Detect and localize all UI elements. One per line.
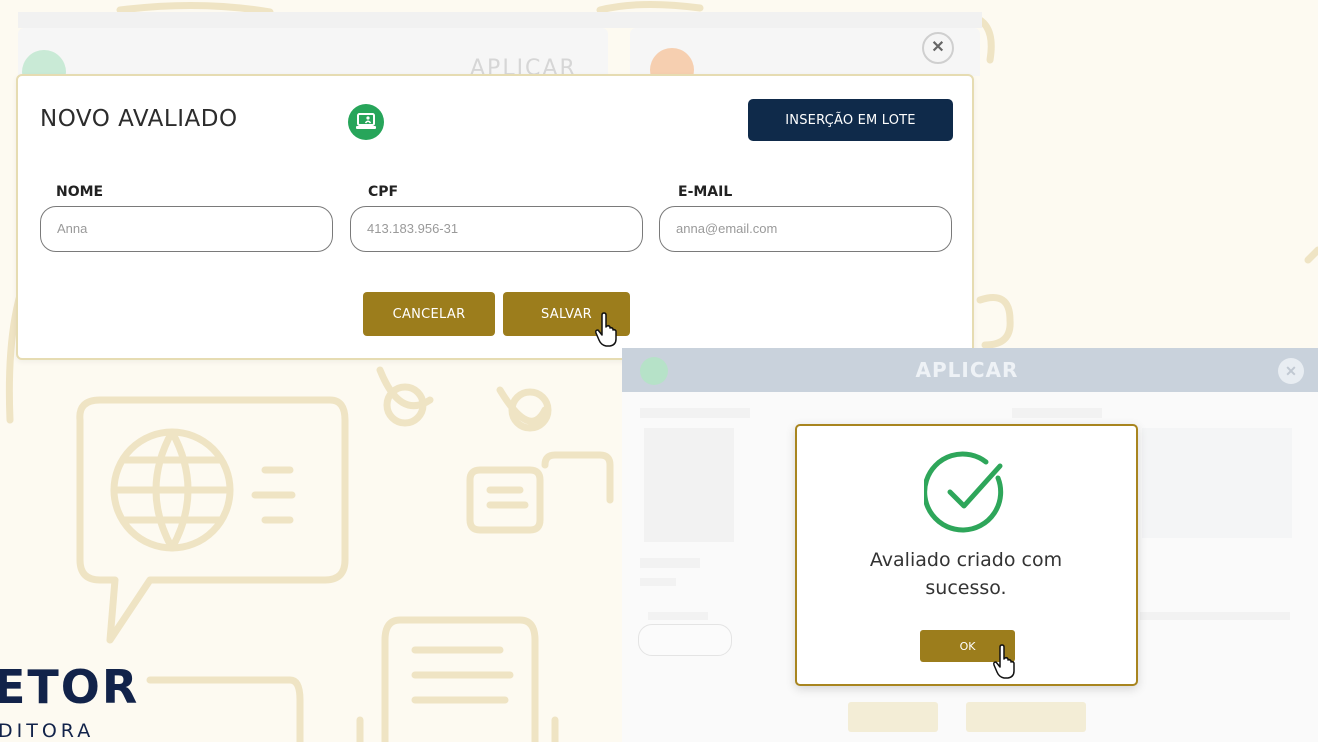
- faded-input: [638, 624, 732, 656]
- cpf-label: CPF: [368, 184, 399, 200]
- cpf-input[interactable]: 413.183.956-31: [350, 206, 643, 252]
- faded-label-bar: [640, 408, 750, 418]
- hand-cursor-icon: [595, 312, 617, 347]
- laptop-user-icon: [348, 104, 384, 140]
- faded-button: [966, 702, 1086, 732]
- brand-logo-subtitle: DITORA: [0, 720, 95, 742]
- cancel-button[interactable]: CANCELAR: [363, 292, 495, 336]
- faded-label-bar: [1140, 612, 1290, 620]
- new-evaluee-dialog: NOVO AVALIADO INSERÇÃO EM LOTE NOME Anna…: [16, 74, 974, 360]
- faded-button: [848, 702, 938, 732]
- name-label: NOME: [56, 184, 104, 200]
- close-icon[interactable]: ✕: [922, 32, 954, 64]
- faded-label-bar: [640, 578, 676, 586]
- success-modal: Avaliado criado com sucesso. OK: [795, 424, 1138, 686]
- faded-label-bar: [1012, 408, 1102, 418]
- name-input[interactable]: Anna: [40, 206, 333, 252]
- faded-panel: [1142, 428, 1292, 538]
- brand-logo: ETOR: [0, 660, 140, 714]
- batch-insert-button[interactable]: INSERÇÃO EM LOTE: [748, 99, 953, 141]
- apply-title: APLICAR: [915, 358, 1019, 382]
- faded-label-bar: [648, 612, 708, 620]
- check-circle-icon: [924, 451, 1004, 533]
- apply-close-icon[interactable]: ✕: [1278, 358, 1304, 384]
- success-message: Avaliado criado com sucesso.: [797, 546, 1135, 602]
- faded-label-bar: [640, 558, 700, 568]
- success-message-line: sucesso.: [925, 577, 1007, 599]
- background-strip: [18, 12, 982, 28]
- email-label: E-MAIL: [678, 184, 733, 200]
- dialog-title: NOVO AVALIADO: [40, 106, 238, 132]
- success-message-line: Avaliado criado com: [869, 549, 1063, 571]
- faded-list-area: [644, 428, 734, 542]
- hand-cursor-icon: [993, 644, 1015, 679]
- email-input[interactable]: anna@email.com: [659, 206, 952, 252]
